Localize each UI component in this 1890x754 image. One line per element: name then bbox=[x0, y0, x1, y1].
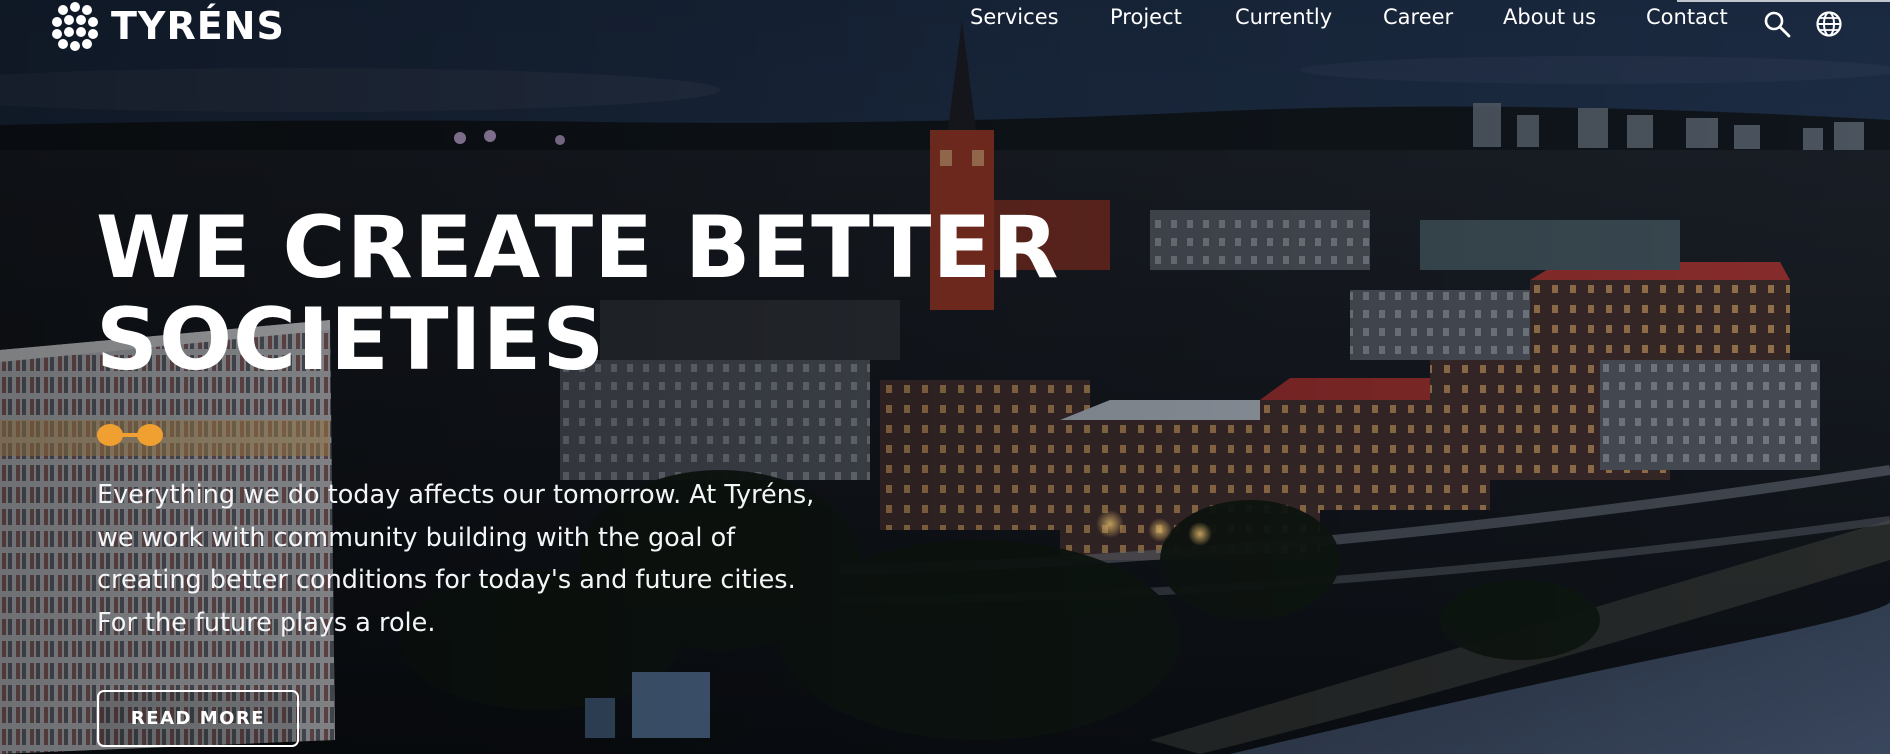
orange-accent-icon bbox=[97, 424, 163, 446]
search-icon[interactable] bbox=[1763, 10, 1791, 38]
nav-item-career[interactable]: Career bbox=[1383, 0, 1453, 34]
tyrens-dots-logo-icon bbox=[52, 2, 98, 51]
hero-headline-line-1: WE CREATE BETTER bbox=[96, 198, 1060, 298]
nav-item-project[interactable]: Project bbox=[1110, 0, 1182, 34]
globe-icon[interactable] bbox=[1815, 10, 1843, 38]
site-header: TYRÉNS Services Project Currently Career… bbox=[0, 0, 1890, 60]
hero-headline: WE CREATE BETTER SOCIETIES bbox=[96, 198, 1060, 390]
nav-item-about-us[interactable]: About us bbox=[1503, 0, 1596, 34]
hero-lead-text: Everything we do today affects our tomor… bbox=[97, 480, 815, 638]
brand-logo[interactable]: TYRÉNS bbox=[49, 1, 285, 51]
nav-item-currently[interactable]: Currently bbox=[1235, 0, 1332, 34]
hero-headline-line-2: SOCIETIES bbox=[96, 290, 606, 390]
nav-item-contact[interactable]: Contact bbox=[1646, 0, 1728, 34]
nav-item-services[interactable]: Services bbox=[970, 0, 1059, 34]
hero-section: TYRÉNS Services Project Currently Career… bbox=[0, 0, 1890, 754]
brand-name: TYRÉNS bbox=[111, 4, 285, 48]
read-more-button[interactable]: READ MORE bbox=[97, 690, 299, 747]
